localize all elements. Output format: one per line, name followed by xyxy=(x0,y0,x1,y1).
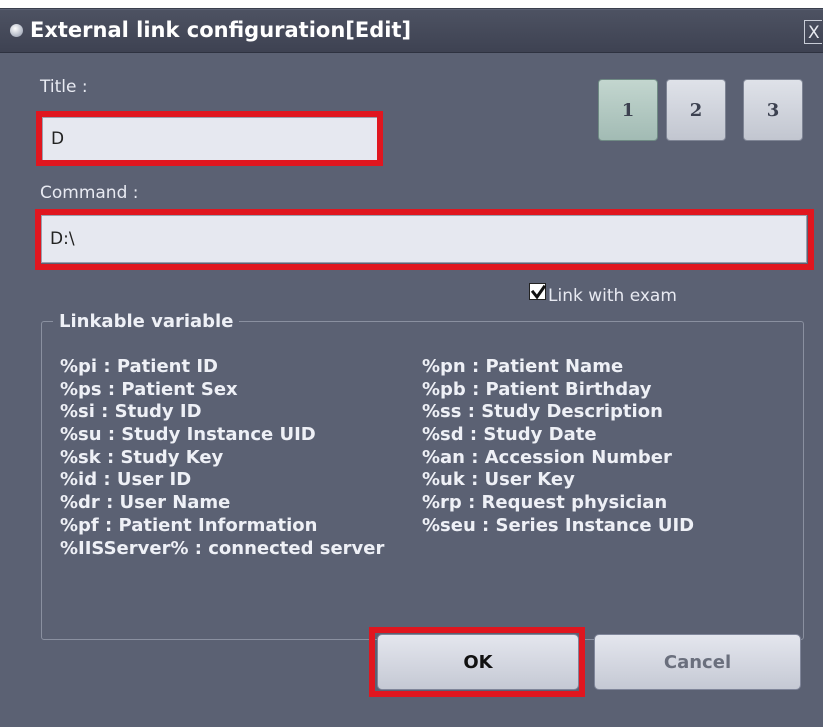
variable-item: %IISServer% : connected server xyxy=(60,537,385,559)
title-bar[interactable]: External link configuration[Edit] X xyxy=(0,10,823,53)
variable-item: %si : Study ID xyxy=(60,401,202,423)
variable-item: %pb : Patient Birthday xyxy=(422,378,652,400)
ok-button[interactable]: OK xyxy=(377,634,579,690)
variable-item: %sk : Study Key xyxy=(60,446,224,468)
title-label: Title : xyxy=(40,77,88,97)
variable-item: %pi : Patient ID xyxy=(60,356,218,377)
page-button-2[interactable]: 2 xyxy=(666,79,726,141)
variable-item: %sd : Study Date xyxy=(422,424,597,446)
variable-item: %seu : Series Instance UID xyxy=(422,514,695,536)
link-with-exam-label: Link with exam xyxy=(548,286,677,306)
variable-item: %rp : Request physician xyxy=(422,492,668,514)
linkable-variable-legend: Linkable variable xyxy=(53,311,240,332)
window-title: External link configuration[Edit] xyxy=(30,18,412,42)
page-button-1[interactable]: 1 xyxy=(598,79,658,141)
variable-item: %ss : Study Description xyxy=(422,401,663,423)
window-icon xyxy=(10,24,23,37)
cancel-button[interactable]: Cancel xyxy=(594,634,801,690)
variable-item: %id : User ID xyxy=(60,469,192,491)
command-input[interactable] xyxy=(41,215,807,263)
variable-item: %an : Accession Number xyxy=(422,446,672,468)
variable-row: %sk : Study Key %an : Accession Number xyxy=(60,447,800,470)
variable-row: %su : Study Instance UID %sd : Study Date xyxy=(60,424,800,447)
variable-list: %pi : Patient ID %pn : Patient Name %ps : … xyxy=(60,356,800,560)
variable-item: %pn : Patient Name xyxy=(422,356,624,377)
variable-row: %dr : User Name %rp : Request physician xyxy=(60,492,800,515)
variable-item: %dr : User Name xyxy=(60,492,231,514)
variable-item: %uk : User Key xyxy=(422,469,575,491)
variable-row: %pi : Patient ID %pn : Patient Name xyxy=(60,356,800,379)
variable-item: %su : Study Instance UID xyxy=(60,424,316,446)
variable-row: %pf : Patient Information %seu : Series I… xyxy=(60,515,800,538)
variable-row: %si : Study ID %ss : Study Description xyxy=(60,401,800,424)
link-with-exam-checkbox[interactable] xyxy=(529,283,547,300)
close-button[interactable]: X xyxy=(804,20,822,44)
page-button-3[interactable]: 3 xyxy=(743,79,803,141)
title-input[interactable] xyxy=(42,117,378,161)
checkmark-icon xyxy=(530,284,547,300)
variable-item: %pf : Patient Information xyxy=(60,514,318,536)
variable-row: %IISServer% : connected server xyxy=(60,538,800,561)
variable-item: %ps : Patient Sex xyxy=(60,378,238,400)
variable-row: %ps : Patient Sex %pb : Patient Birthday xyxy=(60,379,800,402)
variable-row: %id : User ID %uk : User Key xyxy=(60,469,800,492)
command-label: Command : xyxy=(40,183,139,203)
